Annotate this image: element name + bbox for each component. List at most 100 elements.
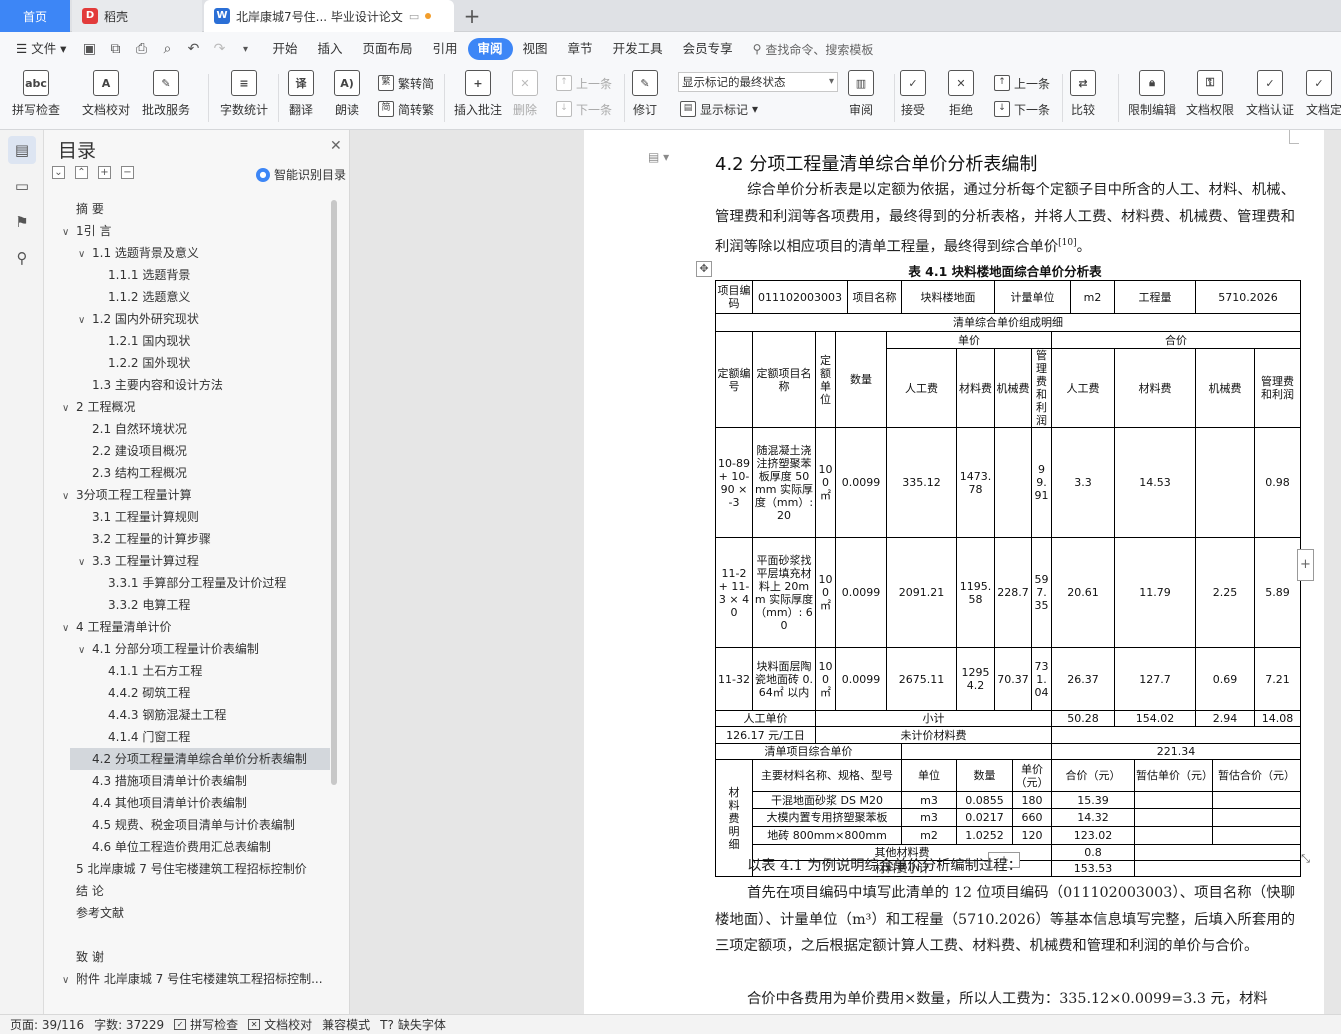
- menu-review[interactable]: 审阅: [467, 38, 513, 60]
- cell-mat[interactable]: [1212, 826, 1302, 845]
- undo-icon[interactable]: ↶: [180, 38, 206, 60]
- toc-item[interactable]: 结 论: [62, 880, 104, 902]
- batch-service-button[interactable]: ✎ 批改服务: [142, 70, 190, 126]
- preview-icon[interactable]: ⌕: [154, 38, 180, 60]
- cell-value[interactable]: 0.69: [1195, 647, 1256, 711]
- toc-item[interactable]: 参考文献: [62, 902, 124, 924]
- chevron-down-icon[interactable]: ∨: [62, 618, 76, 638]
- doc-permission-button[interactable]: ⚿ 文档权限: [1186, 70, 1234, 126]
- cell-mat[interactable]: 0.0855: [956, 791, 1014, 809]
- toc-item[interactable]: ∨ 1.1 选题背景及意义: [78, 242, 199, 264]
- toc-item[interactable]: 3.3.2 电算工程: [94, 594, 190, 616]
- accept-button[interactable]: ✓ 接受: [900, 70, 926, 126]
- cell-project-name-label[interactable]: 项目名称: [847, 280, 903, 314]
- next-change-button[interactable]: ↓ 下一条: [994, 98, 1050, 120]
- tab-home[interactable]: 首页: [0, 0, 70, 32]
- chevron-down-icon[interactable]: ∨: [62, 486, 76, 506]
- word-count-status[interactable]: 字数: 37229: [94, 1016, 164, 1033]
- cell-mat[interactable]: 地砖 800mm×800mm: [751, 826, 903, 845]
- cell-quantity-label[interactable]: 工程量: [1114, 280, 1197, 314]
- cell-h-sub[interactable]: 机械费: [994, 348, 1033, 428]
- cell-mat[interactable]: 660: [1012, 808, 1053, 827]
- paragraph-step[interactable]: 首先在项目编码中填写此清单的 12 位项目编码（011102003003）、项目…: [715, 880, 1295, 960]
- cell-subtotal[interactable]: 14.08: [1254, 710, 1302, 727]
- cell-value[interactable]: 1473.78: [956, 427, 996, 538]
- cell-value[interactable]: 20.61: [1051, 537, 1116, 648]
- cell-value[interactable]: 1195.58: [956, 537, 996, 648]
- cell-name[interactable]: 随混凝土浇注挤塑聚苯板厚度 50mm 实际厚度（mm）: 20: [752, 427, 816, 538]
- cell-mat[interactable]: [1134, 791, 1214, 809]
- command-search[interactable]: ⚲ 查找命令、搜索模板: [753, 41, 874, 58]
- toc-item[interactable]: 5 北岸康城 7 号住宅楼建筑工程招标控制价: [62, 858, 307, 880]
- cell-unit[interactable]: 100 ㎡: [815, 537, 836, 648]
- table-resize-icon[interactable]: ⤡: [1297, 852, 1314, 869]
- cell-mat[interactable]: [1212, 791, 1302, 809]
- menu-insert[interactable]: 插入: [307, 38, 352, 60]
- cell-comp-empty[interactable]: [901, 743, 1053, 760]
- cell-h-sub[interactable]: 人工费: [1051, 348, 1116, 428]
- cell-code[interactable]: 11-32: [715, 647, 753, 711]
- review-pane-button[interactable]: ▥ 审阅: [848, 70, 874, 126]
- toc-item[interactable]: ∨ 4.1 分部分项工程量计价表编制: [78, 638, 259, 660]
- cell-value[interactable]: [994, 427, 1033, 538]
- cell-qty[interactable]: 0.0099: [834, 647, 888, 711]
- collapse-all-icon[interactable]: ⌄: [52, 166, 65, 179]
- smart-toc-button[interactable]: ● 智能识别目录: [256, 166, 346, 183]
- cell-mat-header[interactable]: 主要材料名称、规格、型号: [751, 759, 903, 792]
- bookmark-icon[interactable]: ⚑: [8, 208, 36, 236]
- cell-project-code[interactable]: 011102003003: [751, 280, 849, 314]
- cell-mat[interactable]: 123.02: [1051, 826, 1136, 845]
- new-tab-button[interactable]: +: [456, 0, 488, 32]
- cell-mat[interactable]: [1134, 808, 1214, 827]
- toc-item[interactable]: 致 谢: [62, 946, 104, 968]
- chevron-down-icon[interactable]: ∨: [78, 552, 92, 572]
- menu-chapter[interactable]: 章节: [558, 38, 603, 60]
- cell-mat[interactable]: 大模内置专用挤塑聚苯板: [751, 808, 903, 827]
- window-icon[interactable]: ▭: [409, 10, 419, 23]
- toc-item[interactable]: 4.5 规费、税金项目清单与计价表编制: [78, 814, 295, 836]
- toc-item[interactable]: ∨ 4 工程量清单计价: [62, 616, 171, 638]
- cell-h-sub[interactable]: 人工费: [886, 348, 958, 428]
- cell-mat[interactable]: 1.0252: [956, 826, 1014, 845]
- save-icon[interactable]: ▣: [76, 38, 102, 60]
- paragraph-intro[interactable]: 综合单价分析表是以定额为依据，通过分析每个定额子目中所含的人工、材料、机械、管理…: [715, 177, 1295, 261]
- revise-button[interactable]: ✎ 修订: [632, 70, 658, 126]
- cell-value[interactable]: 335.12: [886, 427, 958, 538]
- simp-to-trad-button[interactable]: 简简转繁: [378, 98, 434, 120]
- cell-mat[interactable]: 干混地面砂浆 DS M20: [751, 791, 903, 809]
- cell-unpriced[interactable]: [1051, 726, 1302, 744]
- cell-subtotal[interactable]: 2.94: [1195, 710, 1256, 727]
- paragraph-example[interactable]: 以表 4.1 为例说明综合单价分析编制过程：: [715, 853, 1295, 880]
- menu-reference[interactable]: 引用: [423, 38, 468, 60]
- toc-item[interactable]: 1.1.1 选题背景: [94, 264, 190, 286]
- trad-to-simp-button[interactable]: 繁繁转简: [378, 72, 434, 94]
- toc-item[interactable]: 1.2.2 国外现状: [94, 352, 190, 374]
- toc-item[interactable]: 2.3 结构工程概况: [78, 462, 187, 484]
- cell-mat[interactable]: 15.39: [1051, 791, 1136, 809]
- toc-item[interactable]: 3.2 工程量的计算步骤: [78, 528, 211, 550]
- cell-h-sub[interactable]: 材料费: [956, 348, 996, 428]
- read-aloud-button[interactable]: A) 朗读: [334, 70, 360, 126]
- chevron-down-icon[interactable]: ∨: [62, 970, 76, 990]
- find-icon[interactable]: ⚲: [8, 244, 36, 272]
- cell-mat[interactable]: m3: [901, 808, 958, 827]
- cell-value[interactable]: 99.91: [1031, 427, 1053, 538]
- toc-item[interactable]: 4.2 分项工程量清单综合单价分析表编制: [70, 748, 330, 770]
- toc-item[interactable]: 1.1.2 选题意义: [94, 286, 190, 308]
- cell-value[interactable]: 597.35: [1031, 537, 1053, 648]
- cell-unit[interactable]: m2: [1070, 280, 1116, 314]
- missing-font-status[interactable]: T? 缺失字体: [380, 1016, 446, 1033]
- toc-scrollbar[interactable]: [331, 200, 337, 785]
- toc-item[interactable]: 4.4.2 砌筑工程: [94, 682, 190, 704]
- prev-comment-button[interactable]: ↑ 上一条: [556, 72, 612, 94]
- cell-value[interactable]: [1195, 427, 1256, 538]
- cell-unit[interactable]: 100 ㎡: [815, 427, 836, 538]
- cell-h-sub[interactable]: 材料费: [1114, 348, 1197, 428]
- chevron-down-icon[interactable]: ∨: [78, 310, 92, 330]
- toc-item[interactable]: ∨ 附件 北岸康城 7 号住宅楼建筑工程招标控制...: [62, 968, 323, 990]
- cell-mat[interactable]: [1134, 826, 1214, 845]
- cell-project-code-label[interactable]: 项目编码: [715, 280, 753, 314]
- word-count-button[interactable]: ≡ 字数统计: [220, 70, 268, 126]
- cell-qty[interactable]: 0.0099: [834, 537, 888, 648]
- doc-proof-button[interactable]: A 文档校对: [82, 70, 130, 126]
